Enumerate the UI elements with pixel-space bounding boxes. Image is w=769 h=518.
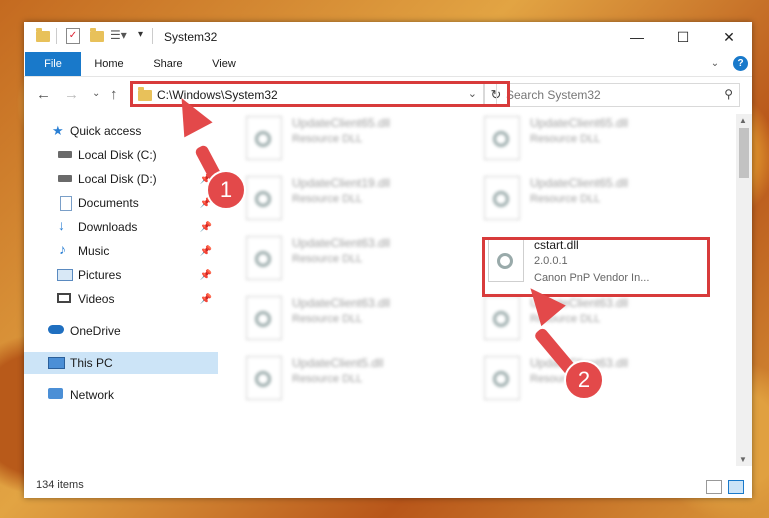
close-button[interactable]: ✕	[706, 22, 752, 52]
up-arrow-icon[interactable]: ↑	[110, 86, 118, 103]
dll-file-icon	[484, 176, 520, 220]
file-item[interactable]: UpdateClient19.dll Resource DLL	[246, 174, 472, 226]
file-item[interactable]: UpdateClient63.dll Resource DLL	[246, 234, 472, 286]
dll-file-icon	[246, 356, 282, 400]
sidebar-item-local-disk-c[interactable]: Local Disk (C:)	[24, 144, 218, 166]
vertical-scrollbar[interactable]: ▲ ▼	[736, 114, 752, 466]
sidebar-item-pictures[interactable]: Pictures 📌	[24, 264, 218, 286]
file-explorer-window: ✓ ☰▾ ▾ System32 — ☐ ✕ File Home Share Vi…	[24, 22, 752, 498]
dll-file-icon	[484, 296, 520, 340]
help-icon[interactable]: ?	[733, 56, 748, 71]
pin-icon[interactable]: 📌	[200, 294, 212, 305]
separator	[56, 28, 57, 44]
search-icon[interactable]: ⚲	[724, 87, 733, 101]
file-highlight-box	[482, 237, 710, 297]
dll-file-icon	[246, 296, 282, 340]
scroll-thumb[interactable]	[739, 128, 749, 178]
sidebar-item-music[interactable]: ♪ Music 📌	[24, 240, 218, 262]
tab-view[interactable]: View	[204, 52, 244, 76]
minimize-button[interactable]: —	[614, 22, 660, 52]
file-item[interactable]: UpdateClient65.dll Resource DLL	[484, 174, 710, 226]
search-placeholder: Search System32	[506, 88, 601, 102]
scroll-down-icon[interactable]: ▼	[739, 455, 747, 464]
tab-home[interactable]: Home	[86, 52, 132, 76]
dll-file-icon	[484, 116, 520, 160]
search-input[interactable]: Search System32 ⚲	[496, 83, 740, 107]
tab-file[interactable]: File	[25, 52, 81, 76]
recent-locations-chevron-icon[interactable]: ⌄	[92, 88, 100, 99]
expand-ribbon-icon[interactable]: ⌄	[708, 52, 722, 76]
network-icon	[48, 388, 63, 399]
file-item[interactable]: UpdateClient65.dll Resource DLL	[246, 114, 472, 166]
computer-icon	[48, 357, 65, 369]
details-view-icon[interactable]	[706, 480, 722, 494]
large-icons-view-icon[interactable]	[728, 480, 744, 494]
back-arrow-icon[interactable]: ←	[36, 86, 51, 103]
ribbon: File Home Share View ⌄ ?	[24, 52, 752, 77]
sidebar-item-local-disk-d[interactable]: Local Disk (D:) 📌	[24, 168, 218, 190]
window-title: System32	[164, 30, 218, 44]
customize-quick-access-icon[interactable]: ☰▾	[110, 28, 127, 44]
maximize-button[interactable]: ☐	[660, 22, 706, 52]
annotation-badge-2: 2	[564, 360, 604, 400]
pin-icon[interactable]: 📌	[200, 246, 212, 257]
folder-icon	[36, 28, 50, 47]
document-icon	[60, 196, 72, 211]
properties-icon[interactable]: ✓	[66, 28, 80, 44]
sidebar-item-onedrive[interactable]: OneDrive	[24, 320, 218, 342]
pin-icon[interactable]: 📌	[200, 222, 212, 233]
sidebar-item-downloads[interactable]: ↓ Downloads 📌	[24, 216, 218, 238]
file-item[interactable]: UpdateClient63.dll Resource DLL	[484, 294, 710, 346]
title-bar: ✓ ☰▾ ▾ System32 — ☐ ✕	[24, 22, 752, 52]
sidebar-item-this-pc[interactable]: This PC	[24, 352, 218, 374]
dll-file-icon	[246, 176, 282, 220]
annotation-badge-1: 1	[206, 170, 246, 210]
star-icon: ★	[52, 123, 64, 138]
item-count: 134 items	[36, 479, 84, 491]
music-note-icon: ♪	[59, 241, 66, 257]
sidebar-item-network[interactable]: Network	[24, 384, 218, 406]
pictures-icon	[57, 269, 73, 281]
sidebar-item-documents[interactable]: Documents 📌	[24, 192, 218, 214]
tab-share[interactable]: Share	[146, 52, 190, 76]
download-arrow-icon: ↓	[58, 217, 65, 233]
film-icon	[57, 293, 71, 303]
sidebar-item-videos[interactable]: Videos 📌	[24, 288, 218, 310]
dll-file-icon	[246, 116, 282, 160]
drive-icon	[58, 175, 72, 182]
navigation-pane: ★ Quick access Local Disk (C:) Local Dis…	[24, 114, 218, 459]
separator	[152, 28, 153, 44]
scroll-up-icon[interactable]: ▲	[739, 116, 747, 125]
forward-arrow-icon[interactable]: →	[64, 86, 79, 103]
file-item[interactable]: UpdateClient63.dll Resource DLL	[246, 294, 472, 346]
cloud-icon	[48, 325, 64, 334]
file-item[interactable]: UpdateClient5.dll Resource DLL	[246, 354, 472, 406]
status-bar: 134 items	[24, 474, 752, 498]
drive-icon	[58, 151, 72, 158]
new-folder-icon[interactable]	[90, 28, 104, 47]
dll-file-icon	[246, 236, 282, 280]
dll-file-icon	[484, 356, 520, 400]
chevron-down-icon[interactable]: ▾	[138, 29, 143, 45]
pin-icon[interactable]: 📌	[200, 270, 212, 281]
file-item[interactable]: UpdateClient65.dll Resource DLL	[484, 114, 710, 166]
